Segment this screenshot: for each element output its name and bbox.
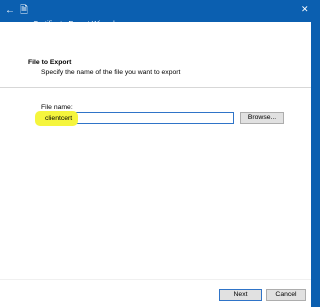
file-name-value: clientcert — [45, 115, 73, 122]
browse-button[interactable]: Browse... — [240, 112, 284, 124]
cancel-button[interactable]: Cancel — [266, 289, 306, 301]
window-title: Certificate Export Wizard — [33, 19, 115, 28]
file-name-label: File name: — [41, 104, 73, 111]
close-icon[interactable]: ✕ — [301, 4, 309, 15]
file-name-input[interactable]: clientcert — [35, 111, 234, 126]
certificate-icon: 🗎 — [20, 5, 29, 16]
page-subheading: Specify the name of the file you want to… — [41, 69, 181, 76]
footer-divider — [0, 279, 311, 280]
back-arrow-icon[interactable]: ← — [5, 4, 15, 18]
header-divider — [0, 87, 311, 88]
page-heading: File to Export — [28, 59, 72, 66]
wizard-window: ← 🗎 ✕ Certificate Export Wizard File to … — [0, 0, 311, 307]
next-button[interactable]: Next — [219, 289, 262, 301]
